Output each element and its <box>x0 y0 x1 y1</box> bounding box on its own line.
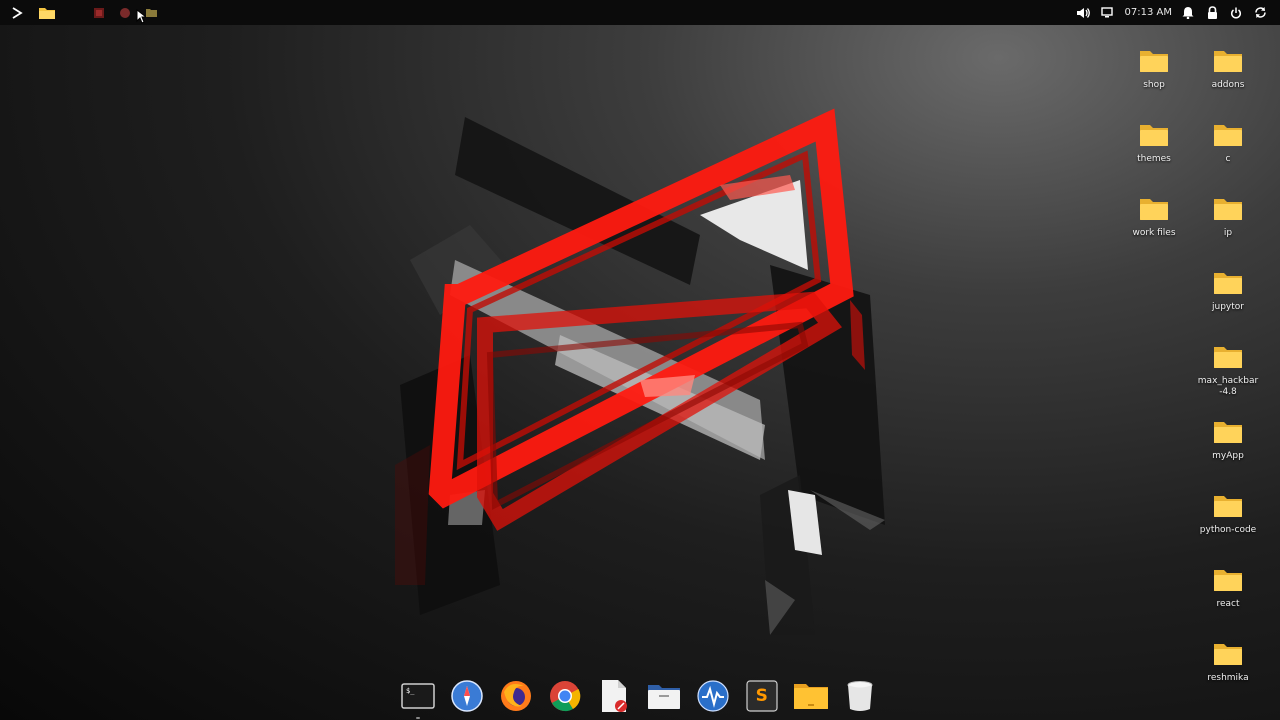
dock-terminal[interactable]: $_ <box>398 676 438 719</box>
refresh-icon <box>1254 7 1266 18</box>
power-icon <box>1231 7 1241 18</box>
dock-trash[interactable] <box>840 676 880 716</box>
desktop-folder-label: shop <box>1143 80 1165 90</box>
desktop-folder-react[interactable]: react <box>1191 567 1265 610</box>
system-tray: 07:13 AM <box>1071 0 1272 25</box>
dock: $_ S <box>394 674 884 719</box>
desktop-folder-label: work files <box>1132 228 1176 238</box>
desktop-folder-label: c <box>1225 154 1231 164</box>
desktop-folder-shop[interactable]: shop <box>1117 48 1191 91</box>
dock-system-monitor[interactable] <box>693 676 733 716</box>
clock[interactable]: 07:13 AM <box>1119 7 1176 18</box>
desktop-folder-max-hackbar[interactable]: max_hackbar -4.8 <box>1191 344 1265 398</box>
desktop-folder-reshmika[interactable]: reshmika <box>1191 641 1265 684</box>
system-monitor-icon <box>697 680 729 712</box>
desktop-folder-ip[interactable]: ip <box>1191 196 1265 239</box>
dock-firefox[interactable] <box>496 676 536 716</box>
volume-button[interactable] <box>1071 0 1095 25</box>
top-panel: 07:13 AM <box>0 0 1280 25</box>
folder-icon <box>1214 644 1242 665</box>
display-icon <box>1100 7 1113 18</box>
desktop-folder-label: themes <box>1137 154 1171 164</box>
desktop-folder-jupytor[interactable]: jupytor <box>1191 270 1265 313</box>
text-editor-icon <box>602 680 628 712</box>
firefox-icon <box>501 681 532 711</box>
desktop-folder-label: react <box>1216 599 1240 609</box>
safari-compass-icon <box>451 680 483 712</box>
folder-icon <box>145 9 157 17</box>
dock-text-editor[interactable] <box>594 676 634 716</box>
desktop-folder-label: addons <box>1211 80 1245 90</box>
app-window-icon <box>120 7 130 18</box>
desktop-folder-label: python-code <box>1199 525 1257 535</box>
refresh-button[interactable] <box>1248 0 1272 25</box>
display-button[interactable] <box>1095 0 1119 25</box>
notifications-button[interactable] <box>1176 0 1200 25</box>
wallpaper <box>395 108 885 635</box>
play-triangle-icon <box>12 6 23 19</box>
dock-web-browser[interactable] <box>447 676 487 716</box>
lock-button[interactable] <box>1200 0 1224 25</box>
desktop-folder-label: ip <box>1223 228 1233 238</box>
taskbar-app-1[interactable] <box>88 0 110 25</box>
app-window-icon <box>94 7 104 18</box>
folder-icon <box>1214 199 1242 220</box>
folder-icon <box>1214 496 1242 517</box>
desktop-folder-label: jupytor <box>1212 302 1244 312</box>
folder-icon <box>1214 125 1242 146</box>
chrome-icon <box>550 681 581 712</box>
notification-bell-icon <box>1182 7 1194 19</box>
folder-icon <box>1214 51 1242 72</box>
desktop-folder-python-code[interactable]: python-code <box>1191 493 1265 536</box>
desktop-folder-addons[interactable]: addons <box>1191 48 1265 91</box>
dock-file-manager[interactable] <box>644 676 684 716</box>
desktop-folder-label: reshmika <box>1207 673 1249 683</box>
folder-icon <box>1140 199 1168 220</box>
desktop-folder-work-files[interactable]: work files <box>1117 196 1191 239</box>
folder-icon <box>1140 51 1168 72</box>
desktop-folder-themes[interactable]: themes <box>1117 122 1191 165</box>
desktop-folder-c[interactable]: c <box>1191 122 1265 165</box>
desktop-folder-label: myApp <box>1212 451 1244 461</box>
desktop-folder-myapp[interactable]: myApp <box>1191 419 1265 462</box>
terminal-icon: $_ <box>401 683 435 709</box>
file-manager-icon <box>647 685 680 709</box>
mouse-cursor-icon <box>136 9 146 24</box>
power-button[interactable] <box>1224 0 1248 25</box>
folder-icon <box>1214 570 1242 591</box>
volume-icon <box>1076 7 1090 18</box>
lock-icon <box>1207 6 1217 19</box>
folder-icon <box>39 7 55 19</box>
folder-icon <box>1214 273 1242 294</box>
taskbar-app-2[interactable] <box>114 0 136 25</box>
running-indicator <box>416 717 420 719</box>
folder-icon <box>1214 347 1242 368</box>
sublime-letter: S <box>755 686 768 706</box>
dock-chrome[interactable] <box>545 676 585 716</box>
folder-icon <box>1214 422 1242 443</box>
svg-text:$_: $_ <box>406 687 415 695</box>
application-launcher-button[interactable] <box>2 0 32 25</box>
folder-icon <box>1140 125 1168 146</box>
dock-folder[interactable] <box>791 676 831 716</box>
folder-icon <box>793 684 828 709</box>
dock-sublime-text[interactable]: S <box>742 676 782 716</box>
files-launcher-button[interactable] <box>32 0 62 25</box>
desktop-folder-label: max_hackbar -4.8 <box>1197 376 1259 397</box>
trash-icon <box>847 681 873 711</box>
